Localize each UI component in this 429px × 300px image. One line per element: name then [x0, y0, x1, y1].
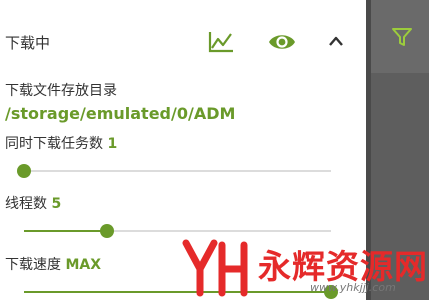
chevron-up-icon[interactable] [326, 33, 346, 49]
threads-thumb[interactable] [99, 224, 114, 238]
threads-slider[interactable] [24, 224, 331, 238]
speed-value: MAX [65, 257, 102, 273]
panel-title: 下载中 [5, 34, 51, 52]
threads-text: 线程数 [5, 196, 47, 212]
download-dir-path[interactable]: /storage/emulated/0/ADM [5, 104, 235, 123]
threads-value: 5 [51, 196, 62, 212]
concurrent-tasks-value: 1 [107, 136, 118, 152]
chart-icon[interactable] [207, 30, 235, 54]
threads-label: 线程数 5 [5, 193, 61, 213]
download-dir-label: 下载文件存放目录 [5, 83, 117, 99]
speed-text: 下载速度 [5, 257, 61, 273]
concurrent-tasks-text: 同时下载任务数 [5, 136, 103, 152]
eye-icon[interactable] [267, 31, 297, 53]
watermark-url: www.yhkjjj.com [310, 281, 396, 294]
concurrent-tasks-thumb[interactable] [17, 164, 31, 178]
filter-icon[interactable] [391, 26, 413, 48]
speed-label: 下载速度 MAX [5, 254, 101, 274]
threads-fill [24, 230, 107, 232]
panel-header: 下载中 [0, 0, 366, 78]
concurrent-tasks-label: 同时下载任务数 1 [5, 133, 117, 153]
concurrent-tasks-slider[interactable] [17, 164, 331, 178]
